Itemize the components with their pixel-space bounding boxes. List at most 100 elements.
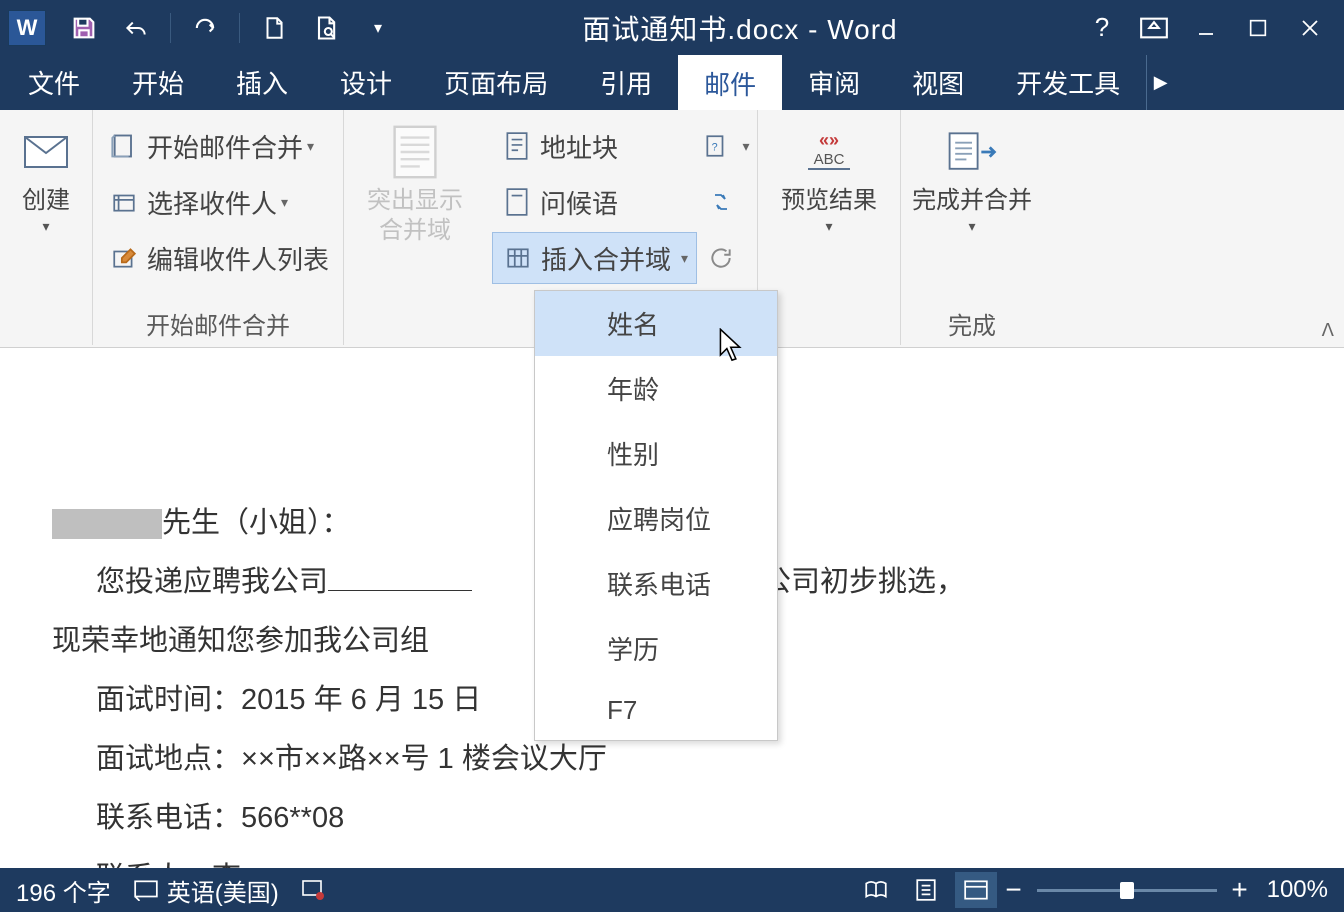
merge-field-item-position[interactable]: 应聘岗位 bbox=[535, 486, 777, 551]
phone-label: 联系电话： bbox=[96, 802, 241, 834]
tab-review[interactable]: 审阅 bbox=[782, 55, 886, 110]
document-icon bbox=[107, 131, 141, 161]
merge-field-item-phone[interactable]: 联系电话 bbox=[535, 551, 777, 616]
tab-layout[interactable]: 页面布局 bbox=[418, 55, 574, 110]
tab-design[interactable]: 设计 bbox=[314, 55, 418, 110]
new-doc-button[interactable] bbox=[252, 8, 296, 48]
phone-value: 566**08 bbox=[241, 802, 344, 834]
finish-merge-button[interactable]: 完成并合并 ▾ bbox=[907, 116, 1037, 235]
word-count[interactable]: 196 个字 bbox=[16, 873, 111, 908]
maximize-button[interactable] bbox=[1232, 8, 1284, 48]
create-button[interactable]: 创建 ▾ bbox=[6, 116, 86, 235]
finish-merge-label: 完成并合并 bbox=[912, 186, 1032, 216]
highlight-merge-fields-button: 突出显示合并域 bbox=[350, 116, 480, 246]
collapse-ribbon-button[interactable]: ᐱ bbox=[1322, 320, 1334, 341]
app-icon[interactable]: W bbox=[8, 10, 46, 46]
zoom-in-button[interactable]: + bbox=[1227, 874, 1253, 906]
chevron-down-icon: ▾ bbox=[681, 250, 688, 267]
zoom-slider-thumb[interactable] bbox=[1120, 882, 1134, 899]
rules-button[interactable]: ?▾ bbox=[697, 120, 751, 172]
zoom-out-button[interactable]: − bbox=[1001, 874, 1027, 906]
qat-divider bbox=[170, 13, 171, 43]
tab-scroll-right[interactable]: ▶ bbox=[1146, 55, 1174, 110]
highlight-field-label: 突出显示合并域 bbox=[367, 186, 463, 246]
qat-divider bbox=[239, 13, 240, 43]
undo-button[interactable] bbox=[114, 8, 158, 48]
group-start-mail-merge: 开始邮件合并 ▾ 选择收件人 ▾ 编辑收件人列表 开始邮件合并 bbox=[93, 110, 344, 345]
tab-file[interactable]: 文件 bbox=[2, 55, 106, 110]
place-label: 面试地点： bbox=[96, 743, 241, 775]
envelope-icon bbox=[18, 124, 74, 180]
update-labels-button[interactable] bbox=[697, 232, 751, 284]
app-letter: W bbox=[17, 15, 38, 41]
group-label-finish: 完成 bbox=[907, 304, 1037, 345]
highlight-field-icon bbox=[387, 124, 443, 180]
insert-merge-field-button[interactable]: 插入合并域 ▾ bbox=[492, 232, 697, 284]
preview-results-button[interactable]: «» ABC 预览结果 ▾ bbox=[764, 116, 894, 235]
edit-list-icon bbox=[107, 243, 141, 273]
select-recipients-button[interactable]: 选择收件人 ▾ bbox=[99, 176, 337, 228]
zoom-slider[interactable] bbox=[1037, 889, 1217, 892]
read-mode-button[interactable] bbox=[855, 872, 897, 908]
group-finish: 完成并合并 ▾ 完成 bbox=[901, 110, 1043, 345]
language-button[interactable]: 英语(美国) bbox=[133, 873, 279, 908]
place-value: ××市××路××号 1 楼会议大厅 bbox=[241, 743, 607, 775]
print-layout-button[interactable] bbox=[905, 872, 947, 908]
address-block-button[interactable]: 地址块 bbox=[492, 120, 697, 172]
ribbon-display-button[interactable] bbox=[1128, 8, 1180, 48]
start-mail-merge-button[interactable]: 开始邮件合并 ▾ bbox=[99, 120, 337, 172]
chevron-down-icon: ▾ bbox=[743, 138, 750, 155]
redo-button[interactable] bbox=[183, 8, 227, 48]
match-fields-icon bbox=[704, 187, 738, 217]
chevron-down-icon: ▾ bbox=[42, 218, 49, 235]
name-field-slot bbox=[52, 509, 162, 539]
app-name: Word bbox=[827, 14, 897, 45]
merge-field-item-education[interactable]: 学历 bbox=[535, 616, 777, 681]
help-button[interactable]: ? bbox=[1076, 8, 1128, 48]
insert-field-icon bbox=[501, 243, 535, 273]
tab-insert[interactable]: 插入 bbox=[210, 55, 314, 110]
tab-strip: 文件 开始 插入 设计 页面布局 引用 邮件 审阅 视图 开发工具 ▶ bbox=[0, 55, 1344, 110]
qat-customize[interactable]: ▾ bbox=[356, 8, 400, 48]
greeting-line-button[interactable]: 问候语 bbox=[492, 176, 697, 228]
macro-recording-button[interactable] bbox=[301, 879, 325, 901]
svg-text:?: ? bbox=[711, 141, 717, 153]
chevron-down-icon: ▾ bbox=[826, 218, 833, 235]
tab-mailings[interactable]: 邮件 bbox=[678, 55, 782, 110]
status-bar: 196 个字 英语(美国) − + 100% bbox=[0, 868, 1344, 912]
greeting-text: 先生（小姐）： bbox=[162, 507, 351, 539]
match-fields-button[interactable] bbox=[697, 176, 751, 228]
zoom-level[interactable]: 100% bbox=[1267, 876, 1328, 904]
tab-references[interactable]: 引用 bbox=[574, 55, 678, 110]
save-button[interactable] bbox=[62, 8, 106, 48]
group-highlight-field: 突出显示合并域 bbox=[344, 110, 486, 345]
recipients-icon bbox=[107, 187, 141, 217]
tab-developer[interactable]: 开发工具 bbox=[990, 55, 1146, 110]
print-preview-button[interactable] bbox=[304, 8, 348, 48]
web-layout-button[interactable] bbox=[955, 872, 997, 908]
document-name: 面试通知书.docx bbox=[582, 14, 799, 45]
minimize-button[interactable] bbox=[1180, 8, 1232, 48]
merge-field-item-gender[interactable]: 性别 bbox=[535, 421, 777, 486]
merge-field-item-f7[interactable]: F7 bbox=[535, 681, 777, 740]
greeting-icon bbox=[500, 187, 534, 217]
chevron-down-icon: ▾ bbox=[969, 218, 976, 235]
edit-recipient-list-button[interactable]: 编辑收件人列表 bbox=[99, 232, 337, 284]
time-value: 2015 年 6 月 15 日 bbox=[241, 684, 481, 716]
doc-text: 您投递应聘我公司 bbox=[96, 566, 328, 598]
preview-results-label: 预览结果 bbox=[781, 186, 877, 216]
tab-view[interactable]: 视图 bbox=[886, 55, 990, 110]
merge-field-item-age[interactable]: 年龄 bbox=[535, 356, 777, 421]
chevron-down-icon: ▾ bbox=[307, 138, 314, 155]
group-label-start-merge: 开始邮件合并 bbox=[99, 304, 337, 345]
chevron-down-icon: ▾ bbox=[281, 194, 288, 211]
mouse-cursor-icon bbox=[718, 328, 746, 364]
close-button[interactable] bbox=[1284, 8, 1336, 48]
doc-text: 现荣幸地通知您参加我公司组 bbox=[52, 625, 429, 657]
tab-home[interactable]: 开始 bbox=[106, 55, 210, 110]
title-bar: W ▾ 面试通知书.docx - Word ? bbox=[0, 0, 1344, 55]
rules-icon: ? bbox=[699, 131, 733, 161]
update-labels-icon bbox=[704, 243, 738, 273]
underline-slot bbox=[328, 590, 472, 591]
window-title: 面试通知书.docx - Word bbox=[404, 8, 1076, 48]
